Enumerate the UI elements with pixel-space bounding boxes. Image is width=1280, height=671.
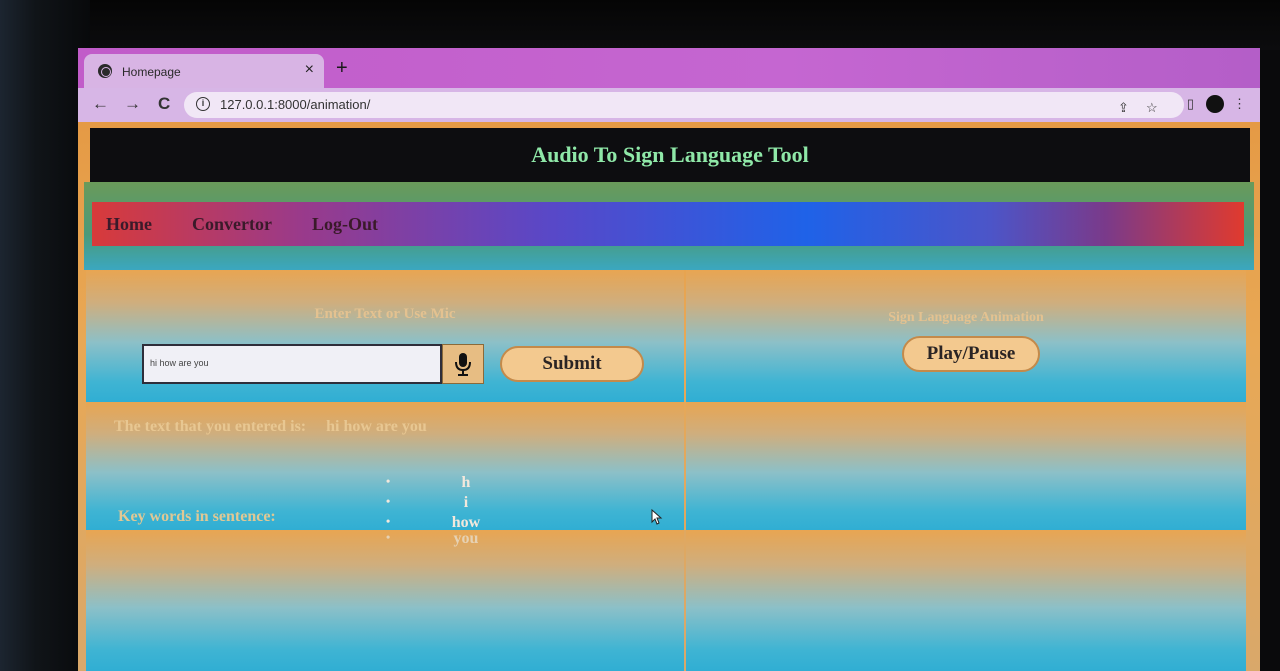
back-button[interactable]: ← [92,94,109,114]
submit-button[interactable]: Submit [500,346,644,382]
animation-display-lower [686,530,1246,671]
main-nav: Home Convertor Log-Out [92,202,1244,246]
reload-button[interactable]: C [158,94,170,114]
entered-text-row: The text that you entered is: hi how are … [114,418,427,436]
keyword-item: you [386,530,506,550]
keyword-item: i [386,494,506,514]
bookmark-star-icon[interactable]: ☆ [1146,100,1158,116]
info-icon[interactable]: i [196,97,210,111]
profile-avatar[interactable] [1206,95,1224,113]
mouse-cursor-icon [651,509,663,525]
animation-heading: Sign Language Animation [888,310,1044,325]
keyword-item: h [386,474,506,494]
microphone-icon [455,353,471,376]
input-heading: Enter Text or Use Mic [314,306,456,322]
tab-bar: Homepage × + [78,48,1260,88]
menu-kebab-icon[interactable]: ⋮ [1233,96,1246,112]
tab-title: Homepage [122,65,181,79]
nav-convertor[interactable]: Convertor [192,214,272,235]
keywords-list: h i how [386,474,506,530]
keywords-list-continued: you [386,530,506,550]
browser-window: Homepage × + ← → C i 127.0.0.1:8000/anim… [78,48,1260,671]
page-content: Audio To Sign Language Tool Home Convert… [78,122,1260,671]
entered-text-value: hi how are you [326,418,427,435]
monitor-bezel-left [0,0,90,671]
text-input[interactable]: hi how are you [142,344,442,384]
browser-toolbar: ← → C i 127.0.0.1:8000/animation/ ⇪ ☆ ▯ … [78,88,1260,122]
sidebar-icon[interactable]: ▯ [1187,96,1194,112]
page-title: Audio To Sign Language Tool [531,142,809,167]
input-panel: Enter Text or Use Mic hi how are you Sub… [86,270,684,402]
mic-button[interactable] [442,344,484,384]
url-text: 127.0.0.1:8000/animation/ [220,97,371,112]
site-header: Audio To Sign Language Tool [90,128,1250,182]
close-tab-icon[interactable]: × [305,61,314,79]
nav-home[interactable]: Home [106,214,152,235]
keyword-item: how [386,514,506,530]
keywords-label: Key words in sentence: [118,508,276,525]
entered-text-label: The text that you entered is: [114,418,307,435]
monitor-bezel-top [0,0,1280,50]
globe-icon [98,64,112,78]
nav-wrapper: Home Convertor Log-Out [84,182,1254,270]
animation-panel: Sign Language Animation Play/Pause [686,270,1246,402]
address-bar[interactable]: i 127.0.0.1:8000/animation/ ⇪ ☆ [184,92,1184,118]
tab-homepage[interactable]: Homepage × [84,54,324,88]
play-pause-button[interactable]: Play/Pause [902,336,1040,372]
result-panel: The text that you entered is: hi how are … [86,402,684,530]
share-icon[interactable]: ⇪ [1118,100,1129,116]
content-grid: Enter Text or Use Mic hi how are you Sub… [86,270,1246,671]
result-panel-lower: you [86,530,684,671]
animation-display-panel [686,402,1246,530]
forward-button[interactable]: → [124,94,141,114]
nav-logout[interactable]: Log-Out [312,214,378,235]
new-tab-button[interactable]: + [336,58,348,78]
